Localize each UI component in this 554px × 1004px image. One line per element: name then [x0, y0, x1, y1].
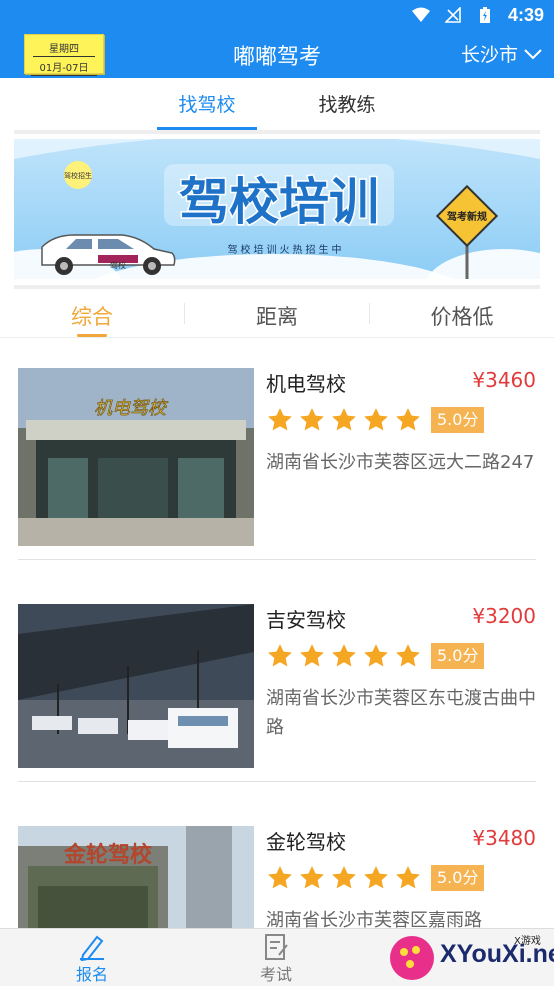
wifi-icon [411, 6, 430, 24]
star-icon [396, 408, 420, 431]
rating-stars: 5.0分 [266, 865, 485, 891]
chevron-down-icon [524, 48, 542, 59]
rating-score: 5.0分 [431, 407, 485, 433]
school-photo: 机电驾校 [18, 368, 254, 546]
star-icon [300, 866, 324, 889]
divider [14, 285, 540, 289]
list-item[interactable]: 吉安驾校 ¥3200 5.0分 湖南省长沙市芙蓉区东屯渡古曲中路 [0, 560, 554, 782]
car-label: 驾校 [110, 260, 126, 270]
school-name: 吉安驾校 [266, 608, 346, 632]
nav-signup-label: 报名 [75, 965, 108, 984]
star-icon [396, 866, 420, 889]
promo-banner[interactable]: 驾校培训 驾校培训火热招生中 驾校招生 驾校 驾考新规 [14, 139, 540, 279]
star-icon [268, 866, 292, 889]
star-icon [364, 408, 388, 431]
star-icon [396, 644, 420, 667]
star-icon [332, 408, 356, 431]
star-icon [268, 408, 292, 431]
building-sign: 金轮驾校 [63, 842, 153, 868]
star-icon [300, 408, 324, 431]
rating-stars: 5.0分 [266, 643, 485, 669]
banner-tag: 驾校招生 [64, 171, 92, 180]
nav-signup[interactable]: 报名 [52, 933, 132, 985]
app-bar: 星期四 01月-07日 嘟嘟驾考 长沙市 [0, 30, 554, 78]
school-list: 机电驾校 机电驾校 ¥3460 5.0分 湖南省长沙市芙蓉区远大二路247 吉安… [0, 338, 554, 1004]
star-icon [268, 644, 292, 667]
star-icon [332, 866, 356, 889]
school-price: ¥3480 [472, 826, 536, 850]
rating-stars: 5.0分 [266, 407, 485, 433]
pen-icon [80, 935, 104, 961]
school-price: ¥3200 [472, 604, 536, 628]
signal-icon [444, 6, 462, 24]
school-address: 湖南省长沙市芙蓉区远大二路247 [266, 452, 535, 473]
star-icon [364, 866, 388, 889]
school-price: ¥3460 [472, 368, 536, 392]
school-name: 金轮驾校 [266, 830, 346, 854]
tab-find-coach[interactable]: 找教练 [297, 78, 397, 130]
city-selector[interactable]: 长沙市 [461, 40, 542, 67]
star-icon [364, 644, 388, 667]
status-bar: 4:39 [0, 0, 554, 30]
rating-score: 5.0分 [431, 643, 485, 669]
tab-find-school[interactable]: 找驾校 [157, 78, 257, 130]
list-item[interactable]: 机电驾校 机电驾校 ¥3460 5.0分 湖南省长沙市芙蓉区远大二路247 [0, 338, 554, 560]
sort-overall[interactable]: 综合 [0, 290, 184, 337]
sort-bar: 综合 距离 价格低 [0, 290, 554, 338]
star-icon [300, 644, 324, 667]
sort-price-low[interactable]: 价格低 [370, 290, 554, 337]
banner-sign: 驾考新规 [446, 210, 487, 223]
main-tabs: 找驾校 找教练 [0, 78, 554, 130]
nav-exam-label: 考试 [259, 965, 292, 984]
school-name: 机电驾校 [266, 372, 346, 396]
banner-subline: 驾校培训火热招生中 [228, 243, 345, 256]
sort-distance[interactable]: 距离 [185, 290, 369, 337]
banner-headline: 驾校培训 [179, 173, 379, 231]
school-photo [18, 604, 254, 768]
divider [14, 130, 540, 134]
star-icon [332, 644, 356, 667]
building-sign: 机电驾校 [94, 398, 169, 419]
watermark-text: XYouXi.net [440, 940, 554, 968]
rating-score: 5.0分 [431, 865, 485, 891]
exam-icon [265, 934, 288, 960]
school-address: 湖南省长沙市芙蓉区东屯渡古曲中路 [266, 688, 536, 738]
city-label: 长沙市 [460, 44, 518, 66]
battery-icon [476, 6, 494, 24]
nav-exam[interactable]: 考试 [236, 933, 316, 985]
status-time: 4:39 [507, 4, 544, 25]
